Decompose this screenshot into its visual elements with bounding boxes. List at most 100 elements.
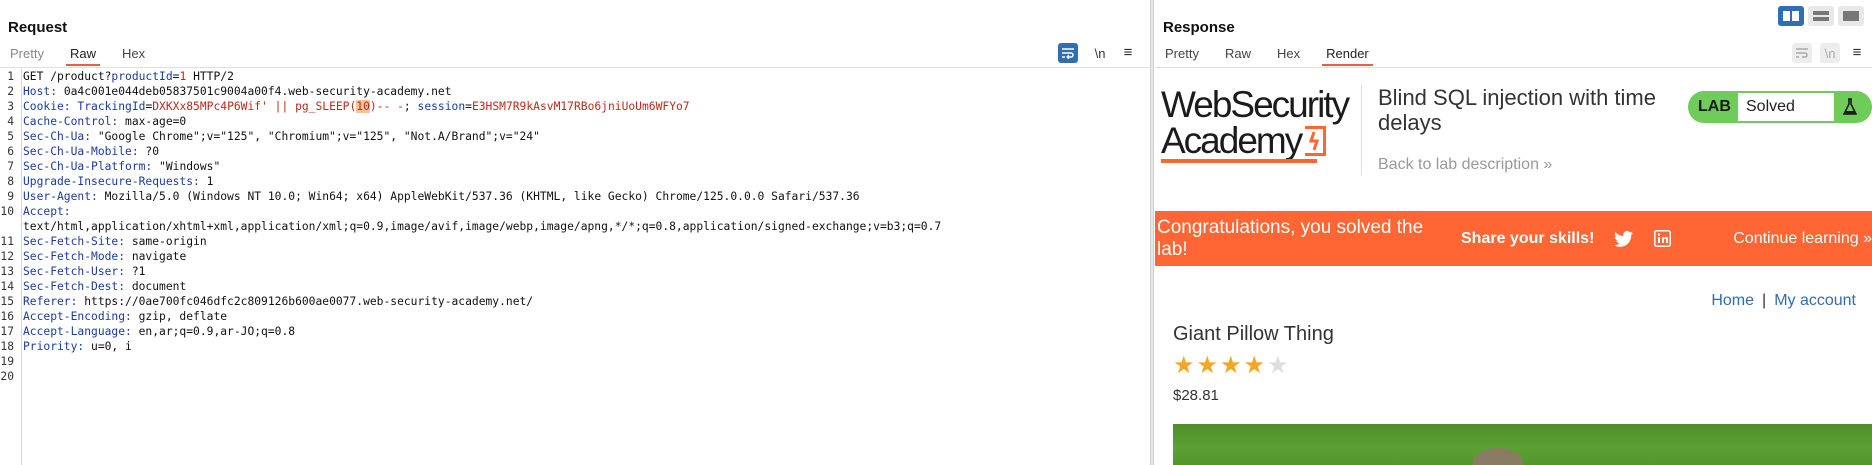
code-token: "Google Chrome";v="125", "Chromium";v="1…	[91, 130, 540, 143]
line-number: 20	[0, 370, 14, 383]
code-line[interactable]: 13 Sec-Fetch-User: ?1	[0, 264, 941, 279]
code-line[interactable]: 19	[0, 354, 941, 369]
solved-banner: Congratulations, you solved the lab! Sha…	[1155, 211, 1872, 266]
line-number: 9	[7, 190, 14, 203]
line-number: 13	[0, 265, 14, 278]
code-token: 10	[356, 100, 370, 113]
tab-hex[interactable]: Hex	[1273, 46, 1304, 66]
line-content: Upgrade-Insecure-Requests: 1	[15, 174, 213, 189]
code-token: Upgrade-Insecure-Requests:	[23, 175, 200, 188]
tab-raw[interactable]: Raw	[1221, 46, 1255, 66]
line-number: 5	[7, 130, 14, 143]
code-line[interactable]: 6 Sec-Ch-Ua-Mobile: ?0	[0, 144, 941, 159]
line-number: 17	[0, 325, 14, 338]
line-content: Sec-Ch-Ua-Platform: "Windows"	[15, 159, 220, 174]
rendered-page: WebSecurity Academy Blind SQL injection …	[1155, 69, 1872, 465]
word-wrap-toggle-icon[interactable]	[1792, 43, 1812, 63]
code-token: Referer:	[23, 295, 78, 308]
lab-title: Blind SQL injection with time delays	[1378, 85, 1656, 135]
congratulations-text: Congratulations, you solved the lab!	[1157, 216, 1424, 260]
response-pane: Response Pretty Raw Hex Render \n ≡ WebS…	[1155, 0, 1872, 465]
request-menu-icon[interactable]: ≡	[1118, 42, 1138, 62]
code-line[interactable]: 17 Accept-Language: en,ar;q=0.9,ar-JO;q=0…	[0, 324, 941, 339]
code-token: https://0ae700fc046dfc2c809126b600ae0077…	[77, 295, 534, 308]
side-by-side-layout-icon[interactable]	[1778, 6, 1804, 26]
code-line[interactable]: 2 Host: 0a4c001e044deb05837501c9004a00f4.…	[0, 84, 941, 99]
response-tabs: Pretty Raw Hex Render	[1161, 46, 1391, 66]
request-editor[interactable]: 1 GET /product?productId=1 HTTP/2 2 Host: 0…	[0, 69, 1150, 465]
code-token: u=0, i	[84, 340, 132, 353]
word-wrap-toggle-icon[interactable]	[1058, 43, 1078, 63]
code-token: Priority:	[23, 340, 85, 353]
line-content: text/html,application/xhtml+xml,applicat…	[15, 219, 941, 234]
line-content: Accept-Encoding: gzip, deflate	[15, 309, 227, 324]
line-content	[15, 369, 23, 384]
code-token: 1	[199, 175, 214, 188]
response-title: Response	[1163, 19, 1235, 36]
code-line[interactable]: 9 User-Agent: Mozilla/5.0 (Windows NT 10.…	[0, 189, 941, 204]
line-number: 7	[7, 160, 14, 173]
code-line[interactable]: 7 Sec-Ch-Ua-Platform: "Windows"	[0, 159, 941, 174]
code-token: ?1	[125, 265, 146, 278]
twitter-icon[interactable]	[1614, 230, 1634, 247]
code-token: Sec-Ch-Ua-Platform:	[23, 160, 153, 173]
product-image	[1173, 424, 1872, 465]
star-icon: ★	[1173, 352, 1195, 379]
code-token: text/html,application/xhtml+xml,applicat…	[23, 220, 942, 233]
lab-status-text: Solved	[1738, 93, 1834, 121]
line-number: 8	[7, 175, 14, 188]
code-token: Sec-Fetch-Site:	[23, 235, 126, 248]
stacked-layout-icon[interactable]	[1808, 6, 1834, 26]
single-pane-layout-icon[interactable]	[1838, 6, 1864, 26]
product-price: $28.81	[1173, 387, 1219, 404]
line-content: Sec-Fetch-Dest: document	[15, 279, 186, 294]
code-token: "Windows"	[152, 160, 221, 173]
code-line[interactable]: 4 Cache-Control: max-age=0	[0, 114, 941, 129]
code-line[interactable]: 5 Sec-Ch-Ua: "Google Chrome";v="125", "Ch…	[0, 129, 941, 144]
linkedin-icon[interactable]	[1654, 230, 1672, 247]
web-security-academy-logo[interactable]: WebSecurity Academy	[1161, 86, 1350, 159]
code-token: Cookie:	[23, 100, 71, 113]
continue-learning-link[interactable]: Continue learning »	[1733, 230, 1872, 248]
line-number: 16	[0, 310, 14, 323]
code-line[interactable]: 8 Upgrade-Insecure-Requests: 1	[0, 174, 941, 189]
line-number: 1	[7, 70, 14, 83]
code-line[interactable]: 18 Priority: u=0, i	[0, 339, 941, 354]
line-number	[0, 219, 15, 234]
star-icon: ★	[1243, 352, 1266, 379]
show-newlines-button[interactable]: \n	[1820, 43, 1840, 63]
tab-render[interactable]: Render	[1322, 46, 1373, 66]
code-line[interactable]: 1 GET /product?productId=1 HTTP/2	[0, 69, 941, 84]
show-newlines-button[interactable]: \n	[1090, 43, 1110, 63]
code-line[interactable]: text/html,application/xhtml+xml,applicat…	[0, 219, 941, 234]
code-line[interactable]: 3 Cookie: TrackingId = DXKXx85MPc4P6Wif' ||…	[0, 99, 941, 114]
code-token: User-Agent:	[23, 190, 98, 203]
code-token: GET /product?	[23, 70, 112, 83]
code-line[interactable]: 14 Sec-Fetch-Dest: document	[0, 279, 941, 294]
line-content: Accept-Language: en,ar;q=0.9,ar-JO;q=0.8	[15, 324, 295, 339]
code-line[interactable]: 20	[0, 369, 941, 384]
logo-underline	[1161, 159, 1317, 163]
code-line[interactable]: 10 Accept:	[0, 204, 941, 219]
nav-home-link[interactable]: Home	[1711, 292, 1754, 309]
tab-hex[interactable]: Hex	[118, 46, 149, 66]
nav-my-account-link[interactable]: My account	[1774, 292, 1856, 309]
tab-pretty[interactable]: Pretty	[6, 46, 48, 66]
code-line[interactable]: 11 Sec-Fetch-Site: same-origin	[0, 234, 941, 249]
back-to-lab-description-link[interactable]: Back to lab description »	[1378, 156, 1552, 174]
tab-raw[interactable]: Raw	[65, 46, 100, 66]
request-tabs: Pretty Raw Hex	[6, 46, 167, 66]
request-code[interactable]: 1 GET /product?productId=1 HTTP/2 2 Host: 0…	[0, 69, 941, 384]
code-token: session	[417, 100, 466, 113]
pane-splitter[interactable]	[1150, 0, 1154, 465]
code-line[interactable]: 15 Referer: https://0ae700fc046dfc2c80912…	[0, 294, 941, 309]
request-pane: Request Pretty Raw Hex \n ≡ 1 GET /produc…	[0, 0, 1150, 465]
request-header-divider	[0, 67, 1150, 68]
code-line[interactable]: 12 Sec-Fetch-Mode: navigate	[0, 249, 941, 264]
lightning-icon	[1305, 126, 1326, 156]
response-menu-icon[interactable]: ≡	[1847, 42, 1867, 62]
tab-pretty[interactable]: Pretty	[1161, 46, 1203, 66]
line-number: 15	[0, 295, 14, 308]
code-line[interactable]: 16 Accept-Encoding: gzip, deflate	[0, 309, 941, 324]
line-content: Sec-Fetch-Mode: navigate	[15, 249, 186, 264]
